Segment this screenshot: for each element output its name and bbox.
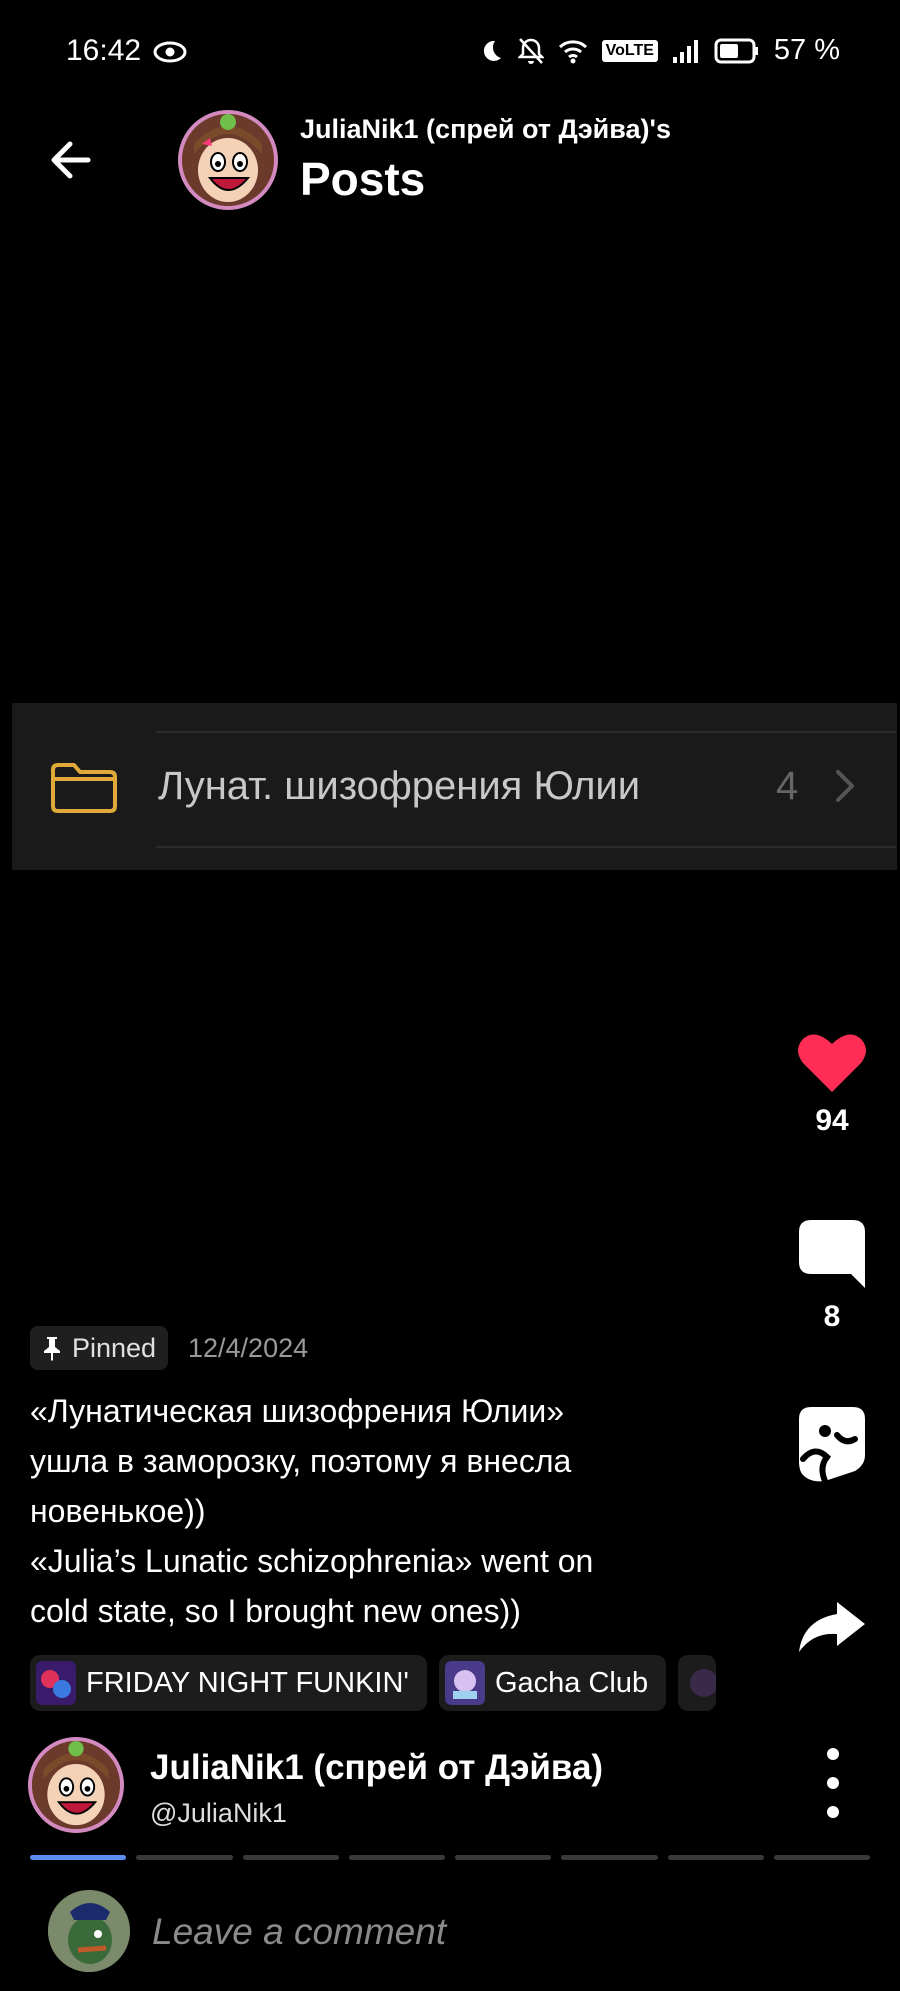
avatar-face-icon	[32, 1741, 120, 1829]
battery-icon	[714, 38, 758, 63]
page-title: Posts	[300, 153, 426, 205]
tag-chip-fnf[interactable]: FRIDAY NIGHT FUNKIN'	[30, 1655, 427, 1711]
more-options-button[interactable]	[812, 1748, 854, 1818]
battery-percent: 57 %	[773, 34, 840, 66]
progress-segment	[561, 1855, 658, 1860]
eye-icon	[153, 41, 187, 63]
comment-count: 8	[823, 1300, 841, 1333]
status-time-text: 16:42	[66, 34, 142, 67]
post-text: «Лунатическая шизофрения Юлии» ушла в за…	[30, 1393, 594, 1629]
comments-button[interactable]: 8	[787, 1218, 877, 1334]
user-avatar-icon	[48, 1890, 130, 1972]
avatar-face-icon	[182, 114, 274, 206]
progress-segment	[667, 1855, 764, 1860]
progress-segment	[30, 1855, 127, 1860]
status-bar: 16:42 VoLTE 57 %	[0, 0, 900, 100]
wifi-icon	[558, 39, 587, 63]
pinned-label: Pinned	[72, 1332, 157, 1363]
more-dot	[827, 1748, 839, 1760]
post-progress-segments	[30, 1855, 870, 1860]
gacha-thumbnail-icon	[444, 1661, 485, 1705]
header-avatar[interactable]	[178, 110, 278, 210]
gift-button[interactable]	[787, 1405, 877, 1483]
progress-segment	[136, 1855, 233, 1860]
status-time: 16:42	[66, 34, 187, 68]
progress-segment	[455, 1855, 552, 1860]
pin-icon	[44, 1337, 60, 1361]
folder-icon	[50, 762, 118, 814]
post-date: 12/4/2024	[188, 1333, 309, 1363]
arrow-left-icon	[51, 141, 91, 179]
share-button[interactable]	[787, 1600, 877, 1654]
comment-input[interactable]	[150, 1895, 854, 1969]
more-dot	[827, 1777, 839, 1789]
like-button[interactable]: 94	[787, 1030, 877, 1138]
pinned-badge: Pinned	[30, 1326, 169, 1370]
sticker-icon	[799, 1407, 865, 1483]
header-subtitle: JuliaNik1 (спрей от Дэйва)'s	[300, 114, 671, 144]
tag-chips: FRIDAY NIGHT FUNKIN' Gacha Club	[30, 1655, 717, 1711]
tag-chip-label: Gacha Club	[494, 1666, 649, 1699]
heart-icon	[798, 1034, 866, 1092]
chevron-right-icon	[834, 766, 858, 806]
author-handle: @JuliaNik1	[150, 1798, 287, 1828]
progress-segment	[348, 1855, 445, 1860]
status-icons: VoLTE 57 %	[478, 34, 840, 67]
tag-thumbnail-icon	[690, 1669, 717, 1697]
bell-off-icon	[517, 37, 544, 64]
signal-icon	[672, 39, 698, 63]
moon-icon	[483, 40, 501, 61]
folder-name: Лунат. шизофрения Юлии	[158, 764, 641, 808]
progress-segment	[242, 1855, 339, 1860]
tag-chip-label: FRIDAY NIGHT FUNKIN'	[86, 1666, 409, 1699]
author-name[interactable]: JuliaNik1 (спрей от Дэйва)	[150, 1748, 603, 1788]
tag-chip-more[interactable]	[678, 1655, 717, 1711]
fnf-thumbnail-icon	[36, 1661, 76, 1705]
author-avatar[interactable]	[28, 1737, 124, 1833]
like-count: 94	[815, 1104, 849, 1137]
current-user-avatar[interactable]	[48, 1890, 130, 1972]
comment-bubble-icon	[799, 1220, 865, 1288]
back-button[interactable]	[40, 130, 100, 190]
folder-count: 4	[776, 764, 799, 808]
share-arrow-icon	[799, 1602, 865, 1652]
volte-badge: VoLTE	[601, 39, 658, 62]
progress-segment	[773, 1855, 870, 1860]
tag-chip-gacha[interactable]: Gacha Club	[438, 1655, 667, 1711]
more-dot	[827, 1806, 839, 1818]
